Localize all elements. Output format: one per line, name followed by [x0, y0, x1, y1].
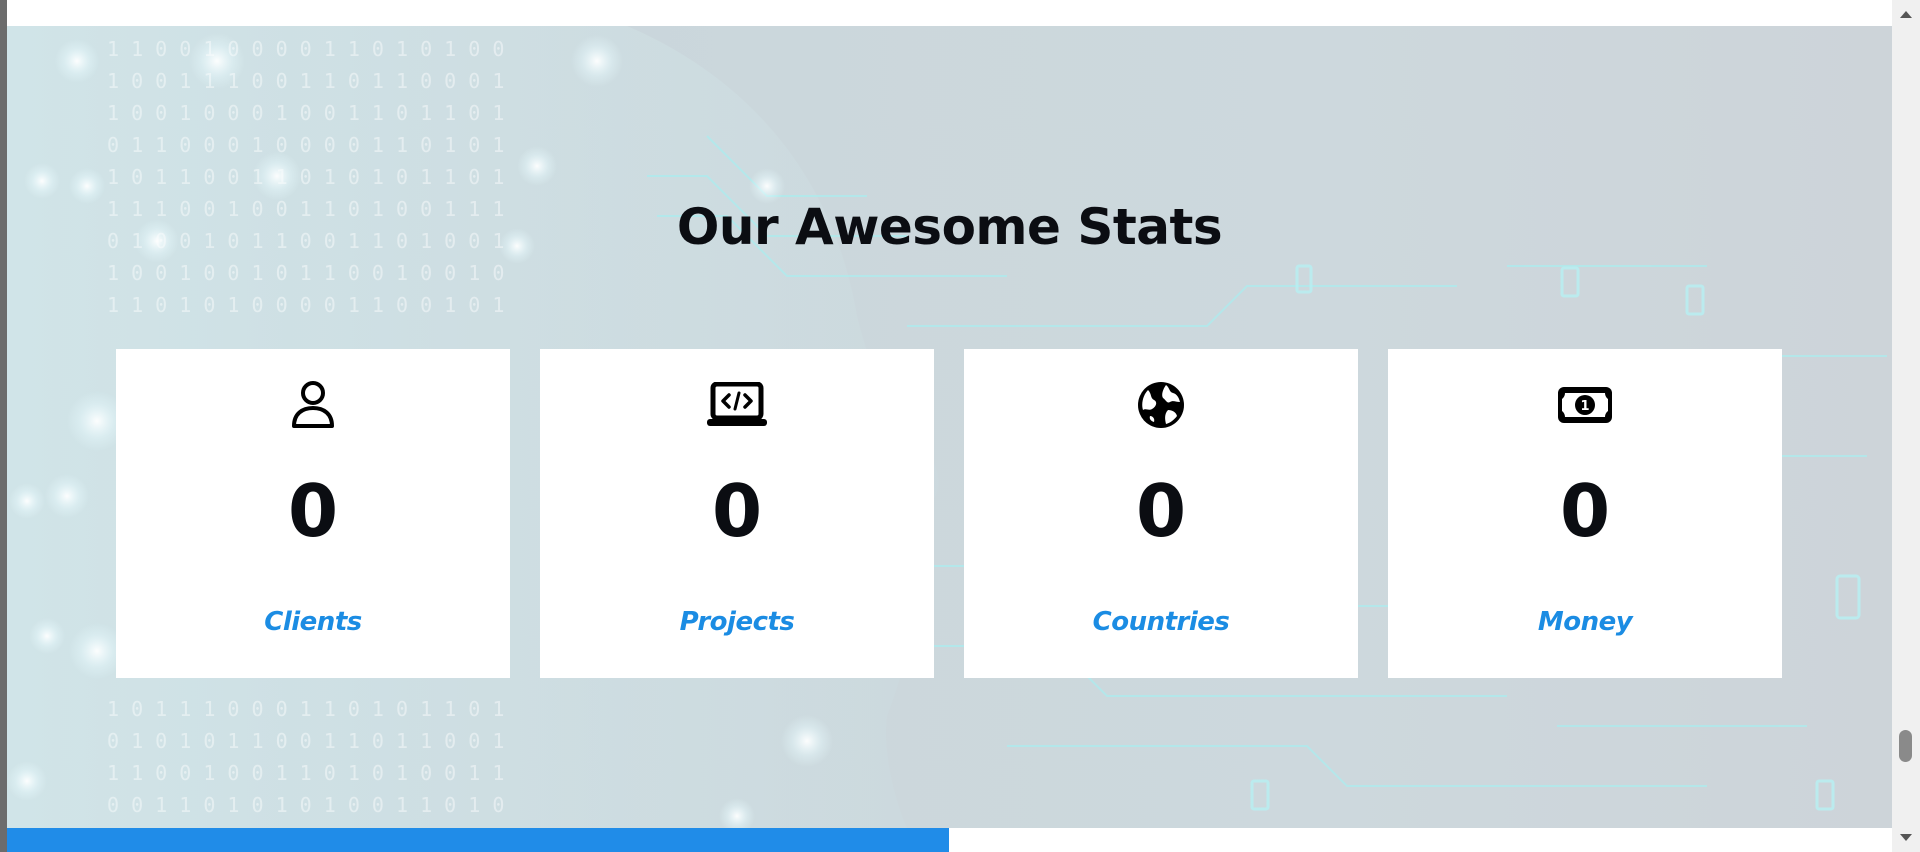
svg-text:1 1 0 0 1 0 0 0 0 1 1 0 1 0 1: 1 1 0 0 1 0 0 0 0 1 1 0 1 0 1 0 0 — [107, 37, 504, 61]
stat-label-money: Money — [1537, 607, 1633, 637]
stat-card-money: 1 0 Money — [1388, 349, 1782, 678]
laptop-code-icon — [540, 377, 934, 433]
vertical-scrollbar[interactable] — [1892, 0, 1920, 852]
stat-label-clients: Clients — [264, 607, 362, 637]
svg-text:1: 1 — [1580, 399, 1589, 414]
user-icon — [116, 377, 510, 433]
stat-card-projects: 0 Projects — [540, 349, 934, 678]
stat-label-countries: Countries — [1092, 607, 1230, 637]
svg-text:1 0 1 1 1 0 0 0 1 1 0 1 0 1 1: 1 0 1 1 1 0 0 0 1 1 0 1 0 1 1 0 1 — [107, 697, 504, 721]
stats-section: 1 1 0 0 1 0 0 0 0 1 1 0 1 0 1 0 0 1 0 0 … — [7, 26, 1892, 828]
section-title: Our Awesome Stats — [676, 198, 1223, 256]
scrollbar-thumb[interactable] — [1899, 730, 1912, 762]
stat-card-countries: 0 Countries — [964, 349, 1358, 678]
svg-text:0 0 1 1 0 1 0 1 0 1 0 0 1 1 0: 0 0 1 1 0 1 0 1 0 1 0 0 1 1 0 1 0 — [107, 793, 504, 817]
svg-text:0 1 1 0 0 0 1 0 0 0 0 1 1 0 1: 0 1 1 0 0 0 1 0 0 0 0 1 1 0 1 0 1 — [107, 133, 504, 157]
window-frame: 1 1 0 0 1 0 0 0 0 1 1 0 1 0 1 0 0 1 0 0 … — [0, 0, 1920, 852]
page-viewport: 1 1 0 0 1 0 0 0 0 1 1 0 1 0 1 0 0 1 0 0 … — [7, 0, 1892, 852]
svg-text:1 0 1 1 0 0 1 1 0 1 0 1 0 1 1: 1 0 1 1 0 0 1 1 0 1 0 1 0 1 1 0 1 — [107, 165, 504, 189]
svg-text:1 0 0 1 1 1 0 0 1 1 0 1 1 0 0: 1 0 0 1 1 1 0 0 1 1 0 1 1 0 0 0 1 — [107, 69, 504, 93]
svg-text:1 0 0 1 0 0 1 0 1 1 0 0 1 0 0: 1 0 0 1 0 0 1 0 1 1 0 0 1 0 0 1 0 — [107, 261, 504, 285]
stat-value-money: 0 — [1559, 469, 1611, 553]
svg-text:1 0 0 1 0 0 0 1 0 0 1 1 0 1 1: 1 0 0 1 0 0 0 1 0 0 1 1 0 1 1 0 1 — [107, 101, 504, 125]
stat-label-projects: Projects — [679, 607, 795, 637]
globe-icon — [964, 377, 1358, 433]
stat-value-projects: 0 — [711, 469, 763, 553]
svg-text:0 1 0 1 0 1 1 0 0 1 1 0 1 1 0: 0 1 0 1 0 1 1 0 0 1 1 0 1 1 0 0 1 — [107, 729, 504, 753]
scroll-down-arrow-icon[interactable] — [1892, 828, 1920, 848]
stat-value-countries: 0 — [1135, 469, 1187, 553]
stat-card-clients: 0 Clients — [116, 349, 510, 678]
next-section-bar — [7, 828, 949, 852]
stat-value-clients: 0 — [287, 469, 339, 553]
svg-text:1 1 0 0 1 0 0 1 1 0 1 0 1 0 0: 1 1 0 0 1 0 0 1 1 0 1 0 1 0 0 1 1 — [107, 761, 504, 785]
svg-text:1 1 0 1 0 1 0 0 0 0 1 1 0 0 1: 1 1 0 1 0 1 0 0 0 0 1 1 0 0 1 0 1 — [107, 293, 504, 317]
scroll-up-arrow-icon[interactable] — [1892, 4, 1920, 24]
money-bill-icon: 1 — [1388, 377, 1782, 433]
